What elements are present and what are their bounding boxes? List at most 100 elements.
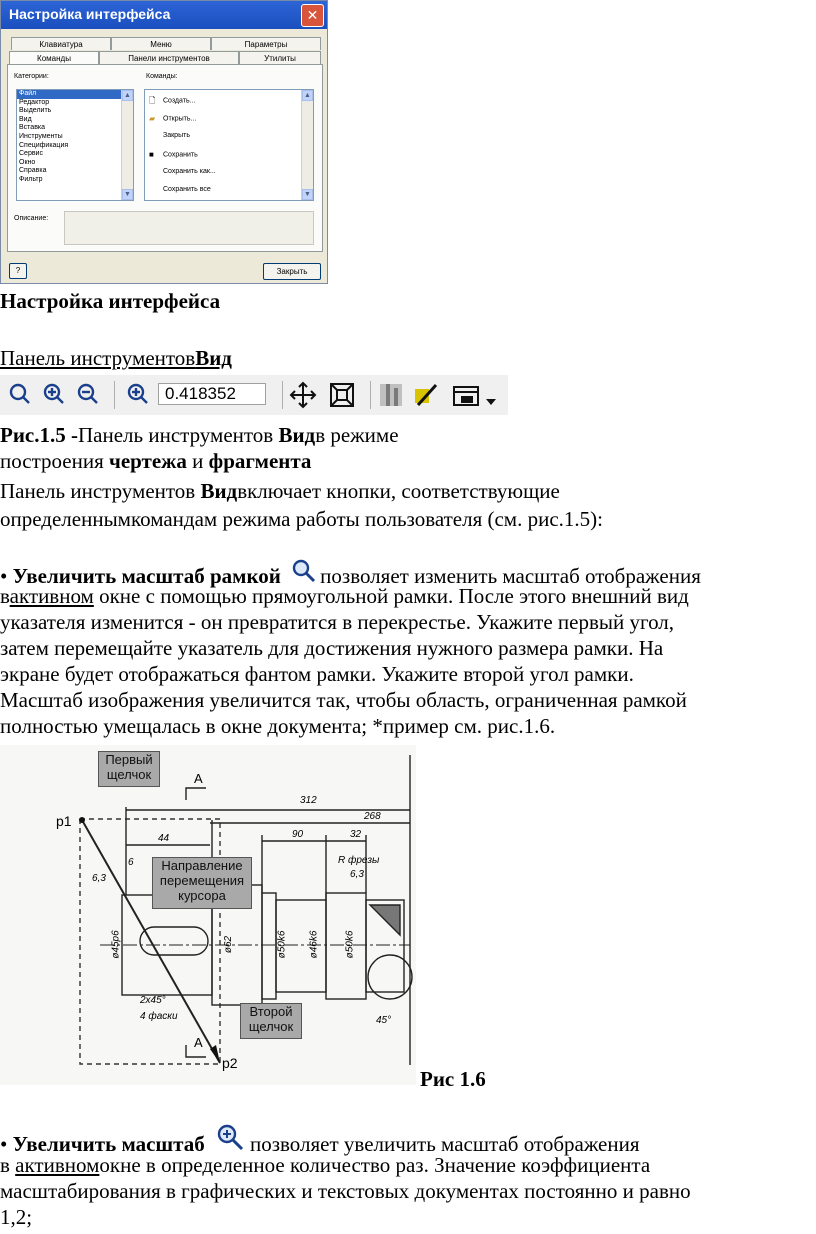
help-icon: ? (15, 266, 21, 275)
command-item[interactable]: ■ Сохранить (149, 150, 198, 159)
label-p2: p2 (222, 1055, 238, 1071)
edit-pen-icon (415, 383, 438, 407)
tab-parameters[interactable]: Параметры (211, 37, 321, 50)
tab-utilities[interactable]: Утилиты (239, 51, 321, 64)
category-item[interactable]: Вставка (17, 124, 133, 133)
tab-keyboard[interactable]: Клавиатура (11, 37, 111, 50)
scroll-down-icon[interactable]: ▼ (122, 189, 133, 200)
chevron-down-icon (486, 399, 496, 405)
category-item[interactable]: Окно (17, 159, 133, 168)
close-button[interactable]: Закрыть (263, 263, 321, 280)
category-item[interactable]: Файл (17, 90, 133, 99)
zoom-scale-field[interactable]: 0.418352 (158, 383, 266, 405)
category-item[interactable]: Редактор (17, 99, 133, 108)
categories-scrollbar[interactable]: ▲ ▼ (121, 90, 133, 200)
fig15-caption-line1: Рис.1.5 -Панель инструментов Видв режиме (0, 423, 399, 447)
bullet1-line7: полностью умещалась в окне документа; *п… (0, 714, 556, 738)
label-p1: p1 (56, 813, 72, 829)
bullet2-line4: 1,2; (0, 1205, 33, 1229)
para1-line1: Панель инструментов Видвключает кнопки, … (0, 479, 560, 503)
dim-label: 312 (300, 795, 317, 806)
bullet2-line3: масштабирования в графических и текстовы… (0, 1179, 691, 1203)
category-item[interactable]: Инструменты (17, 133, 133, 142)
dim-label: 268 (364, 811, 381, 822)
dim-label: ø50k6 (276, 930, 288, 959)
dialog-caption: Настройка интерфейса (0, 289, 221, 313)
category-item[interactable]: Сервис (17, 150, 133, 159)
shaft-drawing (79, 755, 413, 1065)
new-document-icon: 🗋 (149, 96, 156, 105)
help-button[interactable]: ? (9, 263, 27, 279)
section-heading: Панель инструментовВид (0, 346, 232, 370)
point-p1 (79, 817, 85, 823)
callout-cursor-direction: Направление перемещения курсора (152, 857, 252, 909)
callout-second-click: Второй щелчок (240, 1003, 302, 1039)
category-item[interactable]: Фильтр (17, 176, 133, 185)
dim-label: ø50k6 (344, 930, 356, 959)
command-item[interactable]: ▰ Открыть... (149, 114, 196, 123)
section-mark-bottom: A (194, 1035, 203, 1050)
dialog-title-bar: Настройка интерфейса (1, 1, 327, 29)
dim-label: 45° (376, 1015, 392, 1026)
fig15-caption-line2: построения чертежа и фрагмента (0, 449, 312, 473)
commands-scrollbar[interactable]: ▲ ▼ (301, 90, 313, 200)
description-label: Описание: (14, 215, 49, 222)
zoom-in-icon (43, 383, 64, 404)
commands-tab-panel: Категории: Команды: Файл Редактор Выделить… (7, 64, 323, 252)
dialog-title: Настройка интерфейса (9, 6, 171, 22)
category-item[interactable]: Спецификация (17, 142, 133, 151)
zoom-window-icon (9, 383, 30, 404)
toolbar-separator (114, 381, 115, 409)
bullet1-line3: указателя изменится - он превратится в п… (0, 610, 675, 634)
active-link[interactable]: активном (10, 584, 94, 608)
zoom-example-drawing: Первый щелчок Направление перемещения курсо… (0, 745, 416, 1085)
section-mark-top: A (194, 771, 203, 786)
toolbar-separator (282, 381, 283, 409)
bullet2-line2: в активномокне в определенное количество… (0, 1153, 651, 1177)
command-item[interactable]: 🗋 Создать... (149, 96, 195, 105)
scroll-down-icon[interactable]: ▼ (302, 189, 313, 200)
dim-label: 6,3 (92, 873, 106, 884)
bullet1-line5: экране будет отображаться фантом рамки. … (0, 662, 634, 686)
dim-label: 6 (128, 857, 134, 868)
command-item[interactable]: Сохранить все (163, 186, 211, 193)
dim-label: 90 (292, 829, 304, 840)
dim-label: R фрезы (338, 855, 380, 866)
pan-icon (289, 381, 317, 409)
bullet1-line4: затем перемещайте указатель для достижен… (0, 636, 664, 660)
scroll-up-icon[interactable]: ▲ (122, 90, 133, 101)
show-all-icon (330, 383, 354, 407)
para1-line2: определеннымкомандам режима работы польз… (0, 507, 603, 531)
description-box (64, 211, 314, 245)
commands-list[interactable]: 🗋 Создать... ▰ Открыть... Закрыть ■ Сохрани… (144, 89, 314, 201)
command-item[interactable]: Сохранить как... (163, 168, 216, 175)
refresh-drawing-icon (380, 384, 402, 406)
category-item[interactable]: Справка (17, 167, 133, 176)
zoom-out-icon (77, 383, 98, 404)
bullet1-line2: вактивном окне с помощью прямоугольной р… (0, 584, 689, 608)
commands-label: Команды: (146, 73, 178, 80)
layer-manager-icon (453, 386, 479, 406)
tab-commands[interactable]: Команды (9, 51, 99, 64)
save-icon: ■ (149, 150, 154, 159)
dim-label: ø46k6 (308, 930, 320, 959)
categories-list[interactable]: Файл Редактор Выделить Вид Вставка Инструмент… (16, 89, 134, 201)
dim-label: ø62 (223, 935, 235, 954)
scroll-up-icon[interactable]: ▲ (302, 90, 313, 101)
dim-label: 2x45° (140, 995, 166, 1006)
dim-label: 4 фаски (140, 1011, 178, 1022)
close-icon[interactable]: ✕ (301, 4, 324, 27)
tab-menu[interactable]: Меню (111, 37, 211, 50)
dim-label: 44 (158, 833, 170, 844)
command-item[interactable]: Закрыть (163, 132, 190, 139)
active-link[interactable]: активном (15, 1153, 99, 1177)
category-item[interactable]: Вид (17, 116, 133, 125)
tab-toolbars[interactable]: Панели инструментов (99, 51, 239, 64)
callout-first-click: Первый щелчок (98, 751, 160, 787)
categories-label: Категории: (14, 73, 49, 80)
category-item[interactable]: Выделить (17, 107, 133, 116)
open-folder-icon: ▰ (149, 114, 156, 123)
fig16-caption: Рис 1.6 (420, 1067, 486, 1091)
dim-label: 6,3 (350, 869, 364, 880)
view-toolbar: 0.418352 (0, 375, 508, 415)
